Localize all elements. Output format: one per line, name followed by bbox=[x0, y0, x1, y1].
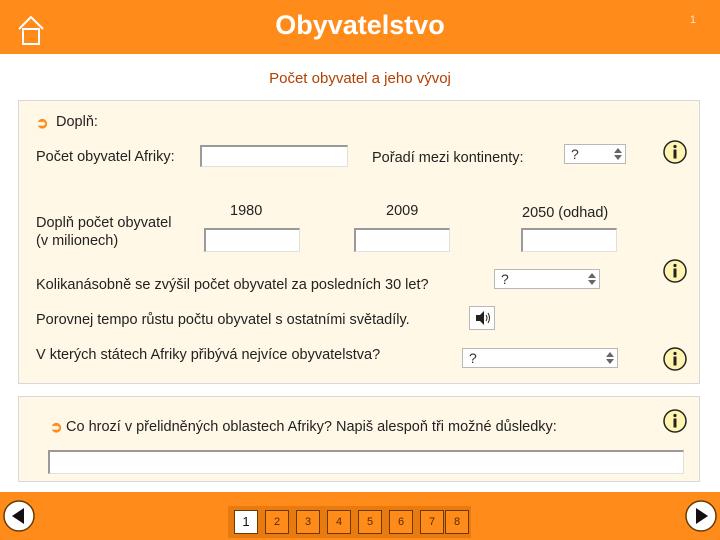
next-page-button[interactable] bbox=[684, 499, 718, 533]
population-africa-input[interactable] bbox=[200, 145, 348, 167]
spinner-arrows-icon[interactable] bbox=[613, 147, 623, 161]
year-1980-label: 1980 bbox=[230, 203, 263, 219]
states-question: V kterých státech Afriky přibývá nejvíce… bbox=[36, 347, 381, 363]
page-button-8[interactable]: 8 bbox=[445, 510, 469, 534]
speaker-icon bbox=[476, 311, 490, 325]
page-button-2[interactable]: 2 bbox=[265, 510, 289, 534]
page-title: Obyvatelstvo bbox=[275, 10, 445, 40]
consequences-question: Co hrozí v přelidněných oblastech Afriky… bbox=[66, 419, 557, 435]
fill-population-label-1: Doplň počet obyvatel bbox=[36, 215, 172, 231]
arrow-right-icon: ➲ bbox=[50, 419, 63, 436]
page-button-3[interactable]: 3 bbox=[296, 510, 320, 534]
speaker-button[interactable] bbox=[469, 306, 495, 330]
states-select[interactable]: ? bbox=[462, 348, 618, 368]
growth-select[interactable]: ? bbox=[494, 269, 600, 289]
page-button-5[interactable]: 5 bbox=[358, 510, 382, 534]
info-icon[interactable] bbox=[662, 139, 688, 165]
page-number: 1 bbox=[689, 14, 696, 26]
info-icon[interactable] bbox=[662, 408, 688, 434]
year-1980-input[interactable] bbox=[204, 228, 300, 252]
population-africa-label: Počet obyvatel Afriky: bbox=[36, 149, 175, 165]
rank-label: Pořadí mezi kontinenty: bbox=[372, 150, 524, 166]
states-select-value: ? bbox=[469, 350, 477, 366]
page-button-1[interactable]: 1 bbox=[234, 510, 258, 534]
page-button-6[interactable]: 6 bbox=[389, 510, 413, 534]
previous-page-button[interactable] bbox=[2, 499, 36, 533]
page-subtitle: Počet obyvatel a jeho vývoj bbox=[269, 70, 451, 87]
year-2050-label: 2050 (odhad) bbox=[522, 205, 609, 221]
consequences-input[interactable] bbox=[48, 450, 684, 474]
page-button-4[interactable]: 4 bbox=[327, 510, 351, 534]
info-icon[interactable] bbox=[662, 346, 688, 372]
instruction-label: Doplň: bbox=[56, 114, 98, 130]
info-icon[interactable] bbox=[662, 258, 688, 284]
spinner-arrows-icon[interactable] bbox=[605, 351, 615, 365]
growth-select-value: ? bbox=[501, 271, 509, 287]
year-2050-input[interactable] bbox=[521, 228, 617, 252]
page-button-7[interactable]: 7 bbox=[420, 510, 444, 534]
spinner-arrows-icon[interactable] bbox=[587, 272, 597, 286]
year-2009-input[interactable] bbox=[354, 228, 450, 252]
growth-question: Kolikanásobně se zvýšil počet obyvatel z… bbox=[36, 277, 429, 293]
rank-select-value: ? bbox=[571, 146, 579, 162]
year-2009-label: 2009 bbox=[386, 203, 419, 219]
rank-select[interactable]: ? bbox=[564, 144, 626, 164]
fill-population-label-2: (v milionech) bbox=[36, 233, 119, 249]
compare-question: Porovnej tempo růstu počtu obyvatel s os… bbox=[36, 312, 410, 328]
arrow-right-icon: ➲ bbox=[36, 115, 49, 132]
